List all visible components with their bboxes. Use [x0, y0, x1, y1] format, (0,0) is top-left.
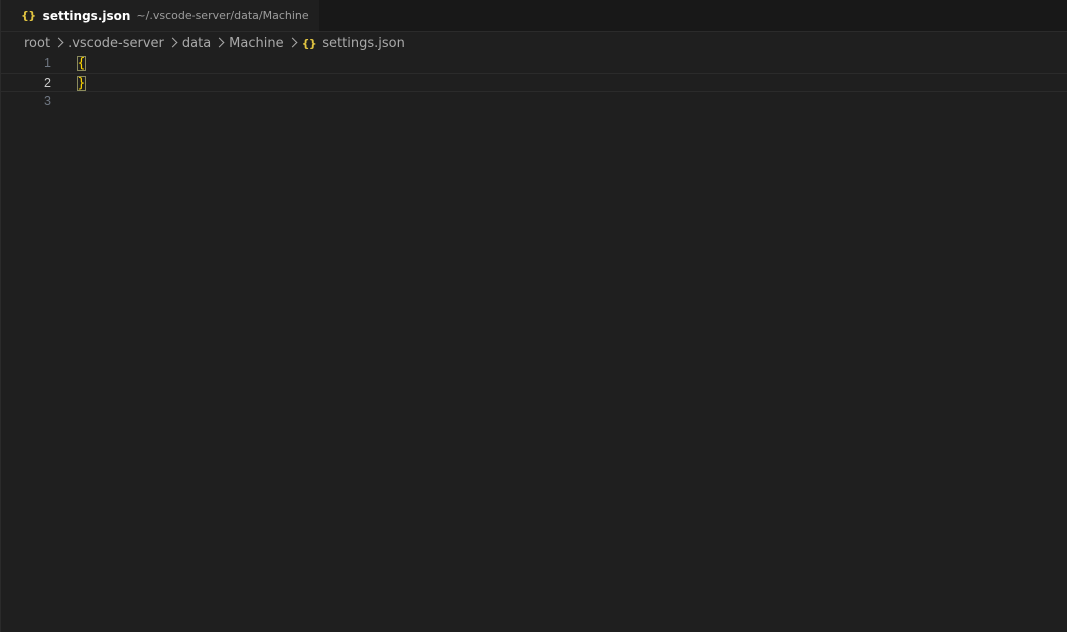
line-number: 3 [44, 94, 51, 108]
tab-bar: {} settings.json ~/.vscode-server/data/M… [1, 0, 1067, 32]
breadcrumb: root .vscode-server data Machine {} setti… [24, 33, 405, 53]
breadcrumb-file-label: settings.json [322, 35, 405, 51]
tab-settings-json[interactable]: {} settings.json ~/.vscode-server/data/M… [1, 0, 319, 31]
chevron-right-icon [215, 37, 225, 49]
breadcrumb-root[interactable]: root [24, 36, 50, 51]
tab-title: settings.json [42, 8, 131, 23]
chevron-right-icon [168, 37, 178, 49]
code-editor[interactable]: 1 { 2 } 3 [1, 54, 1067, 632]
breadcrumb-machine[interactable]: Machine [229, 36, 283, 51]
json-file-icon: {} [301, 36, 317, 50]
editor-line-current[interactable]: 2 } [1, 73, 1067, 92]
editor-line[interactable]: 1 { [1, 54, 1067, 73]
breadcrumb-file[interactable]: {} settings.json [302, 36, 405, 51]
json-file-icon: {} [21, 9, 36, 22]
tab-description: ~/.vscode-server/data/Machine [136, 9, 309, 22]
breadcrumb-vscode-server[interactable]: .vscode-server [68, 36, 164, 51]
editor-window: {} settings.json ~/.vscode-server/data/M… [0, 0, 1067, 632]
chevron-right-icon [54, 37, 64, 49]
line-number: 1 [44, 56, 51, 70]
line-content[interactable]: } [77, 74, 86, 93]
breadcrumb-data[interactable]: data [182, 36, 211, 51]
close-brace: } [77, 76, 86, 91]
chevron-right-icon [288, 37, 298, 49]
open-brace: { [77, 56, 86, 71]
line-number: 2 [44, 76, 51, 90]
editor-line[interactable]: 3 [1, 92, 1067, 111]
line-content[interactable]: { [77, 54, 86, 73]
